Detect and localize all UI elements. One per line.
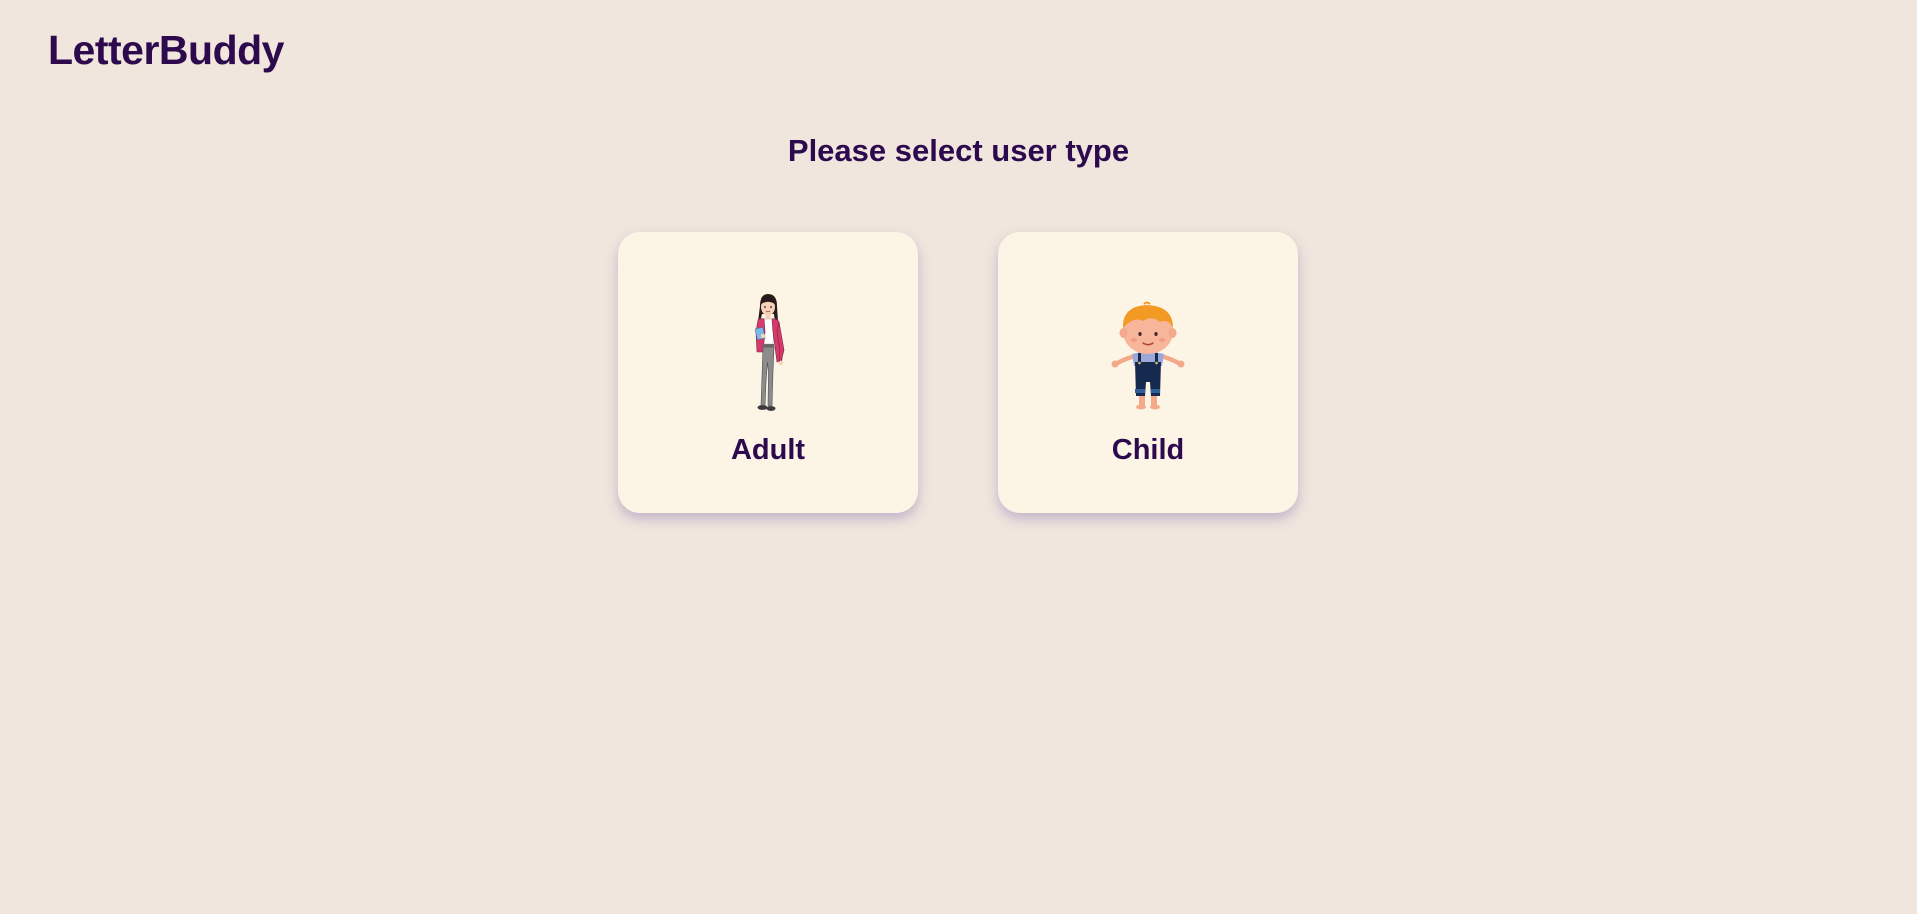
page-title: Please select user type bbox=[787, 133, 1130, 168]
adult-option-card[interactable]: Adult bbox=[618, 232, 918, 513]
app-logo[interactable]: LetterBuddy bbox=[48, 22, 284, 78]
child-label: Child bbox=[1111, 434, 1185, 466]
adult-label: Adult bbox=[730, 434, 806, 466]
child-option-card[interactable]: Child bbox=[998, 232, 1298, 513]
adult-woman-icon bbox=[718, 290, 818, 414]
user-type-options: Adult Child bbox=[618, 232, 1298, 513]
child-boy-icon bbox=[1098, 290, 1198, 414]
